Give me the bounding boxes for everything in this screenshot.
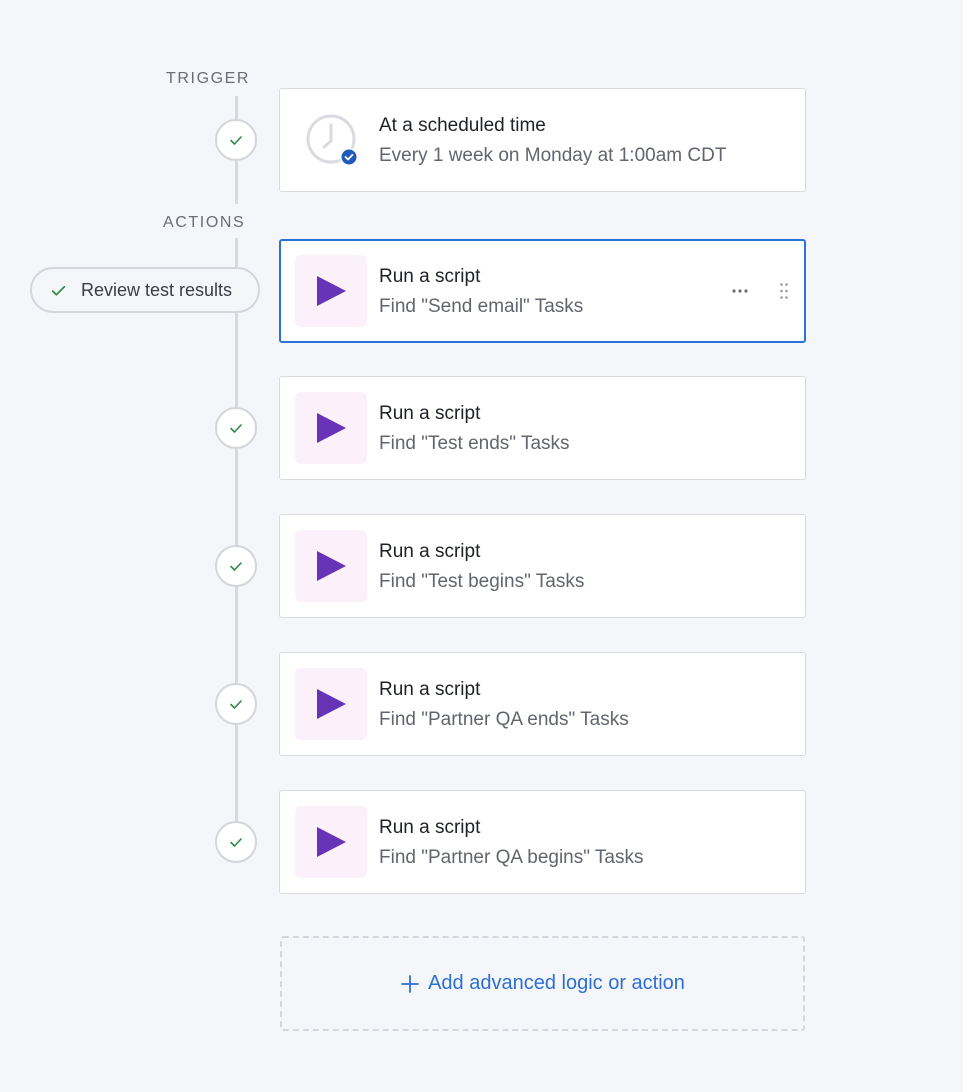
review-pill-label: Review test results: [81, 279, 233, 300]
drag-handle[interactable]: [776, 279, 792, 303]
play-icon-tile: [295, 255, 367, 327]
action-step-check: [215, 545, 257, 587]
action-subtitle: Find "Test begins" Tasks: [379, 571, 585, 592]
more-options-button[interactable]: [728, 281, 752, 301]
trigger-card[interactable]: At a scheduled time Every 1 week on Mond…: [279, 88, 806, 192]
action-title: Run a script: [379, 266, 481, 287]
action-title: Run a script: [379, 541, 481, 562]
action-subtitle: Find "Partner QA ends" Tasks: [379, 709, 629, 730]
actions-rail: [235, 238, 238, 840]
play-icon: [317, 276, 346, 306]
check-icon: [230, 562, 242, 571]
action-card-2[interactable]: Run a script Find "Test ends" Tasks: [279, 376, 806, 480]
trigger-subtitle: Every 1 week on Monday at 1:00am CDT: [379, 145, 727, 166]
action-title: Run a script: [379, 403, 481, 424]
action-step-check: [215, 821, 257, 863]
action-step-check: [215, 407, 257, 449]
action-card-4[interactable]: Run a script Find "Partner QA ends" Task…: [279, 652, 806, 756]
actions-section-label: ACTIONS: [163, 214, 246, 231]
play-icon-tile: [295, 806, 367, 878]
play-icon: [317, 827, 346, 857]
add-advanced-logic-label: Add advanced logic or action: [428, 972, 685, 994]
check-icon: [51, 285, 66, 296]
action-subtitle: Find "Test ends" Tasks: [379, 433, 570, 454]
plus-icon: [401, 974, 419, 993]
action-subtitle: Find "Send email" Tasks: [379, 296, 584, 317]
action-card-3[interactable]: Run a script Find "Test begins" Tasks: [279, 514, 806, 618]
add-advanced-logic-button[interactable]: Add advanced logic or action: [280, 936, 805, 1031]
trigger-step-check: [215, 119, 257, 161]
action-card-5[interactable]: Run a script Find "Partner QA begins" Ta…: [279, 790, 806, 894]
review-test-results-pill[interactable]: Review test results: [30, 267, 260, 313]
action-title: Run a script: [379, 679, 481, 700]
check-icon: [230, 700, 242, 709]
drag-handle-icon: [780, 283, 788, 299]
action-card-1[interactable]: Run a script Find "Send email" Tasks: [279, 239, 806, 343]
play-icon-tile: [295, 392, 367, 464]
ellipsis-icon: [732, 289, 748, 293]
play-icon-tile: [295, 530, 367, 602]
play-icon-tile: [295, 668, 367, 740]
trigger-section-label: TRIGGER: [166, 70, 251, 87]
action-title: Run a script: [379, 817, 481, 838]
check-icon: [230, 424, 242, 433]
check-icon: [230, 838, 242, 847]
action-subtitle: Find "Partner QA begins" Tasks: [379, 847, 644, 868]
clock-icon: [306, 114, 358, 166]
play-icon: [317, 413, 346, 443]
play-icon: [317, 551, 346, 581]
trigger-title: At a scheduled time: [379, 115, 546, 136]
play-icon: [317, 689, 346, 719]
check-icon: [230, 136, 242, 145]
action-step-check: [215, 683, 257, 725]
